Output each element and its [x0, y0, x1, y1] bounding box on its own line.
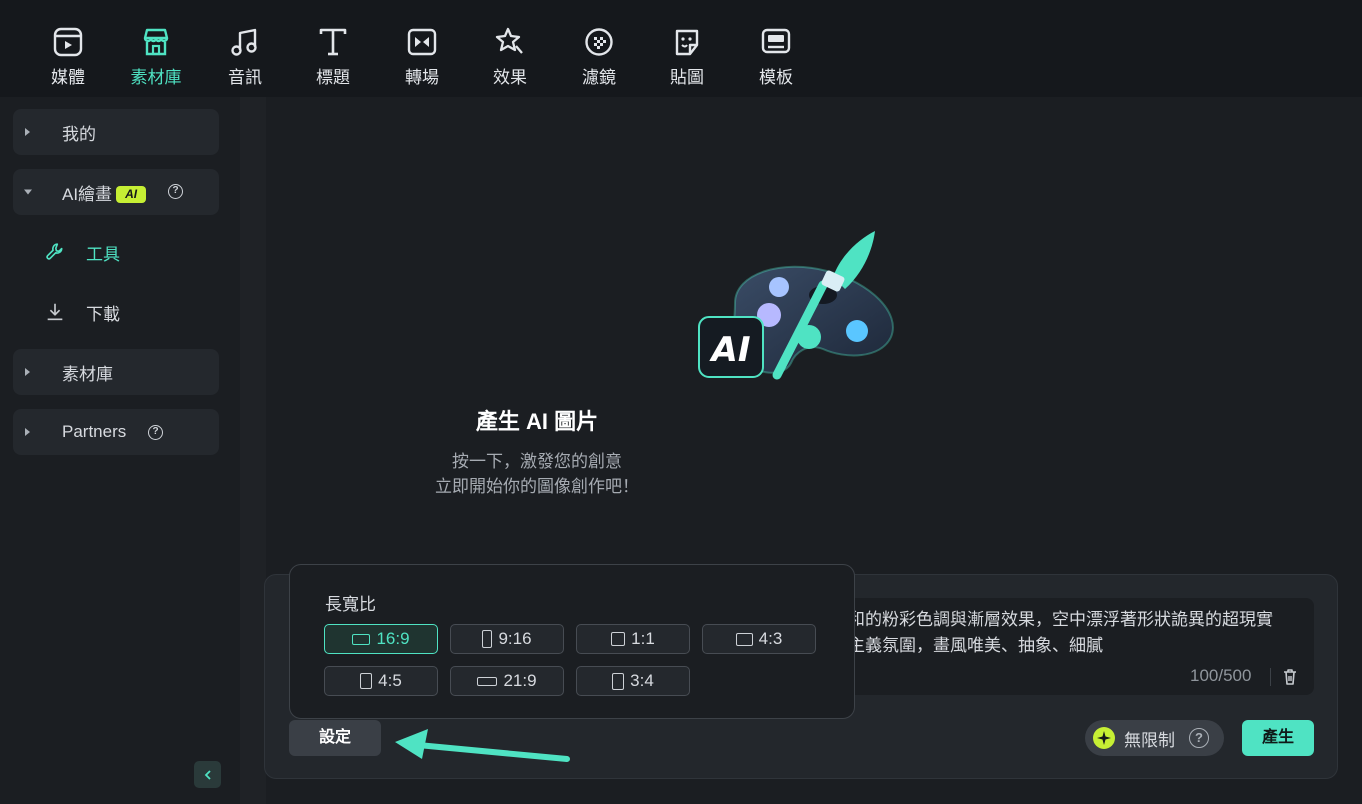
- tab-stock[interactable]: 素材庫: [121, 26, 191, 88]
- tab-audio[interactable]: 音訊: [210, 26, 280, 88]
- top-toolbar: 媒體 素材庫 音訊 標題 轉場 效果 濾鏡 貼圖 模板: [0, 0, 1362, 97]
- tab-titles-label: 標題: [316, 68, 350, 87]
- tab-transitions[interactable]: 轉場: [387, 26, 457, 88]
- tab-stock-label: 素材庫: [130, 68, 182, 87]
- music-note-icon: [231, 28, 257, 56]
- ratio-option-21-9[interactable]: 21:9: [450, 666, 564, 696]
- unlimited-credits-button[interactable]: 無限制 ?: [1085, 720, 1224, 756]
- portrait-shape-icon: [360, 673, 373, 689]
- sidebar-item-partners-label: Partners: [62, 422, 127, 441]
- ratio-label: 21:9: [503, 671, 537, 690]
- sidebar: 我的 AI繪畫 AI ? 工具 下載 素材庫 Partners ?: [0, 97, 240, 804]
- media-icon: [53, 27, 83, 57]
- template-icon: [761, 28, 791, 54]
- sidebar-item-tools[interactable]: 工具: [44, 237, 120, 267]
- sidebar-item-my-label: 我的: [62, 124, 96, 144]
- ratio-label: 4:5: [378, 671, 402, 690]
- prompt-text[interactable]: 和的粉彩色調與漸層效果，空中漂浮著形狀詭異的超現實 主義氛圍，畫風唯美、抽象、細…: [848, 607, 1308, 659]
- tab-effects[interactable]: 效果: [475, 26, 545, 88]
- ratio-label: 9:16: [498, 629, 532, 648]
- sidebar-item-partners[interactable]: Partners ?: [13, 409, 219, 455]
- stock-store-icon: [143, 28, 169, 56]
- portrait-shape-icon: [612, 672, 625, 690]
- sidebar-item-ai-painting[interactable]: AI繪畫 AI ?: [13, 169, 219, 215]
- tab-stickers-label: 貼圖: [670, 68, 704, 87]
- hero-description-line2: 立即開始你的圖像創作吧！: [435, 477, 639, 496]
- ratio-option-16-9[interactable]: 16:9: [324, 624, 438, 654]
- tab-filters[interactable]: 濾鏡: [564, 26, 634, 88]
- hero-description-line1: 按一下，激發您的創意: [452, 452, 622, 471]
- sidebar-item-stock[interactable]: 素材庫: [13, 349, 219, 395]
- panel-divider: [240, 97, 266, 804]
- ratio-option-3-4[interactable]: 3:4: [576, 666, 690, 696]
- sidebar-item-tools-label: 工具: [86, 244, 120, 264]
- sparkle-icon: [1097, 731, 1111, 745]
- caret-right-icon: [25, 428, 30, 436]
- help-icon[interactable]: ?: [148, 425, 163, 440]
- tab-templates-label: 模板: [759, 68, 793, 87]
- landscape-shape-icon: [735, 632, 753, 646]
- ratio-label: 16:9: [376, 629, 410, 648]
- tab-templates[interactable]: 模板: [741, 26, 811, 88]
- hero-title: 產生 AI 圖片: [475, 409, 599, 434]
- tab-stickers[interactable]: 貼圖: [652, 26, 722, 88]
- unlimited-label: 無限制: [1124, 730, 1175, 750]
- sidebar-item-ai-painting-label: AI繪畫 AI: [62, 180, 147, 205]
- sidebar-item-my[interactable]: 我的: [13, 109, 219, 155]
- square-shape-icon: [611, 632, 626, 646]
- sidebar-item-download[interactable]: 下載: [44, 297, 120, 327]
- collapse-sidebar-button[interactable]: [194, 761, 221, 788]
- tab-media-label: 媒體: [51, 68, 85, 87]
- ratio-label: 3:4: [630, 671, 654, 690]
- ratio-option-4-5[interactable]: 4:5: [324, 666, 438, 696]
- wrench-icon: [46, 243, 63, 260]
- sticker-icon: [675, 29, 699, 56]
- text-t-icon: [319, 28, 347, 56]
- ratio-option-1-1[interactable]: 1:1: [576, 624, 690, 654]
- chevron-left-icon: [204, 769, 211, 780]
- ratio-label: 4:3: [758, 629, 783, 648]
- sidebar-item-download-label: 下載: [86, 304, 120, 324]
- counter-divider: [1270, 668, 1271, 686]
- tab-titles[interactable]: 標題: [298, 26, 368, 88]
- ai-painting-text: AI繪畫: [62, 184, 113, 204]
- settings-button[interactable]: 設定: [289, 720, 381, 756]
- aspect-ratio-title: 長寬比: [325, 595, 376, 614]
- tab-filters-label: 濾鏡: [582, 68, 616, 87]
- ai-badge: AI: [116, 185, 147, 203]
- wide-shape-icon: [477, 676, 498, 686]
- sidebar-item-stock-label: 素材庫: [62, 364, 113, 384]
- tab-audio-label: 音訊: [228, 68, 262, 87]
- trash-icon[interactable]: [1282, 668, 1298, 686]
- download-icon: [47, 303, 63, 321]
- effects-star-icon: [495, 27, 523, 54]
- caret-right-icon: [25, 128, 30, 136]
- ratio-option-4-3[interactable]: 4:3: [702, 624, 816, 654]
- char-counter: 100/500: [1190, 666, 1252, 685]
- generate-button[interactable]: 產生: [1242, 720, 1314, 756]
- tab-effects-label: 效果: [493, 68, 527, 87]
- portrait-shape-icon: [482, 630, 493, 648]
- tab-transitions-label: 轉場: [405, 68, 439, 87]
- filter-icon: [585, 28, 613, 56]
- help-icon[interactable]: ?: [168, 184, 183, 199]
- help-icon[interactable]: ?: [1189, 728, 1209, 748]
- ai-palette-illustration: AI: [698, 231, 894, 380]
- caret-right-icon: [25, 368, 30, 376]
- tab-media[interactable]: 媒體: [33, 26, 103, 88]
- ratio-option-9-16[interactable]: 9:16: [450, 624, 564, 654]
- app-window: 媒體 素材庫 音訊 標題 轉場 效果 濾鏡 貼圖 模板 我的 AI繪畫 AI ?…: [0, 0, 1362, 804]
- ratio-label: 1:1: [631, 629, 655, 648]
- svg-text:AI: AI: [709, 330, 751, 370]
- transition-icon: [407, 28, 437, 56]
- caret-down-icon: [24, 189, 32, 195]
- landscape-shape-icon: [352, 633, 371, 645]
